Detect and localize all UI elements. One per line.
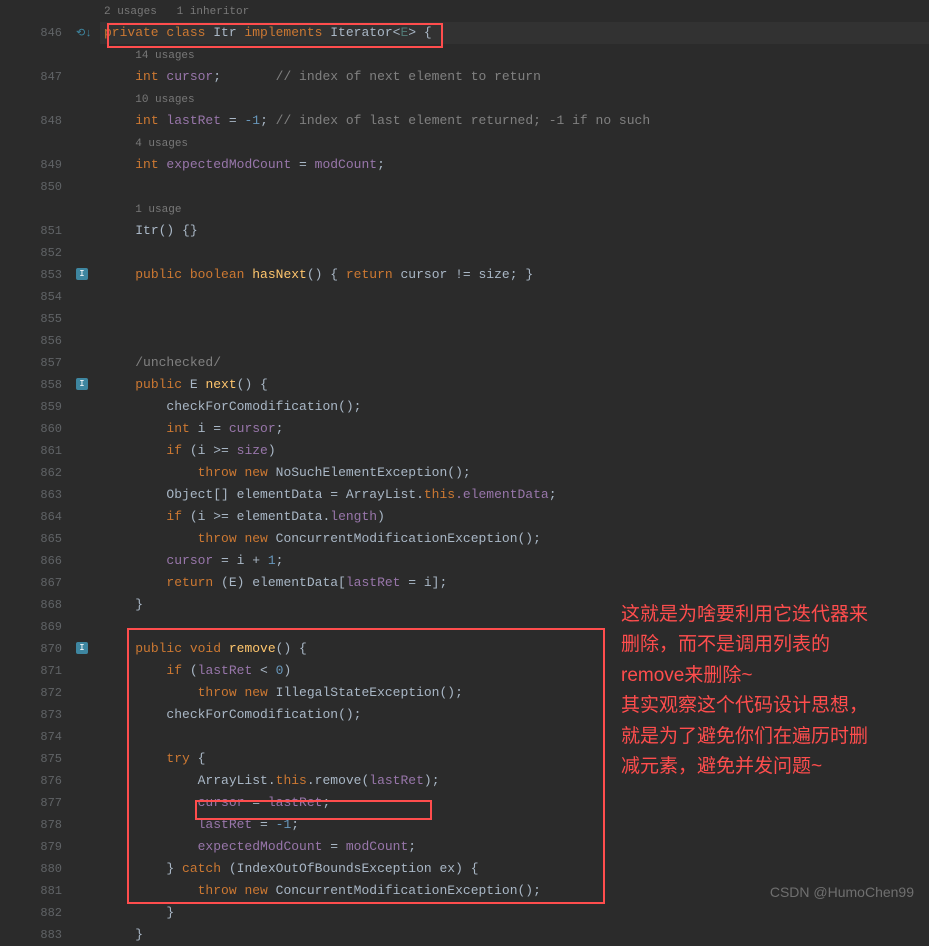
line-number: 877: [0, 792, 62, 814]
line-number: 880: [0, 858, 62, 880]
line-number: 879: [0, 836, 62, 858]
line-number: 852: [0, 242, 62, 264]
line-number: 873: [0, 704, 62, 726]
code-line[interactable]: checkForComodification();: [100, 396, 929, 418]
code-line[interactable]: lastRet = -1;: [100, 814, 929, 836]
code-line[interactable]: cursor = lastRet;: [100, 792, 929, 814]
bookmark-icon[interactable]: ⟲↓: [76, 26, 90, 40]
line-number: 854: [0, 286, 62, 308]
override-icon[interactable]: I: [76, 642, 90, 656]
code-line[interactable]: [100, 242, 929, 264]
code-line[interactable]: if (lastRet < 0): [100, 660, 929, 682]
line-number: 861: [0, 440, 62, 462]
code-line[interactable]: cursor = i + 1;: [100, 550, 929, 572]
gutter-blank: [0, 132, 62, 154]
code-line[interactable]: int lastRet = -1; // index of last eleme…: [100, 110, 929, 132]
code-line[interactable]: private class Itr implements Iterator<E>…: [100, 22, 929, 44]
code-line[interactable]: int i = cursor;: [100, 418, 929, 440]
line-number: 878: [0, 814, 62, 836]
code-line[interactable]: [100, 726, 929, 748]
line-number: 857: [0, 352, 62, 374]
line-number: 876: [0, 770, 62, 792]
line-number: 853: [0, 264, 62, 286]
line-number: 859: [0, 396, 62, 418]
gutter-icons: ⟲↓ I I I: [70, 0, 100, 910]
code-line[interactable]: [100, 286, 929, 308]
code-line[interactable]: [100, 330, 929, 352]
code-line[interactable]: checkForComodification();: [100, 704, 929, 726]
code-line[interactable]: }: [100, 902, 929, 924]
code-line[interactable]: throw new ConcurrentModificationExceptio…: [100, 528, 929, 550]
code-line[interactable]: if (i >= elementData.length): [100, 506, 929, 528]
code-line[interactable]: ArrayList.this.remove(lastRet);: [100, 770, 929, 792]
code-line[interactable]: [100, 176, 929, 198]
code-line[interactable]: Object[] elementData = ArrayList.this.el…: [100, 484, 929, 506]
line-number: 862: [0, 462, 62, 484]
code-editor[interactable]: 846 847 848 849 850 851 852 853 854 855 …: [0, 0, 929, 910]
line-number: 869: [0, 616, 62, 638]
code-line[interactable]: expectedModCount = modCount;: [100, 836, 929, 858]
line-number: 863: [0, 484, 62, 506]
code-line[interactable]: } catch (IndexOutOfBoundsException ex) {: [100, 858, 929, 880]
usage-hint[interactable]: 14 usages: [135, 50, 194, 62]
line-number: 865: [0, 528, 62, 550]
line-number: 847: [0, 66, 62, 88]
line-number: 856: [0, 330, 62, 352]
gutter-blank: [0, 198, 62, 220]
gutter-blank: [0, 44, 62, 66]
line-number: 875: [0, 748, 62, 770]
line-number: 848: [0, 110, 62, 132]
usage-hint[interactable]: 1 usage: [135, 204, 181, 216]
gutter-blank: [0, 88, 62, 110]
line-number: 882: [0, 902, 62, 924]
line-number: 858: [0, 374, 62, 396]
code-line[interactable]: public void remove() {: [100, 638, 929, 660]
code-line[interactable]: [100, 616, 929, 638]
line-number: 874: [0, 726, 62, 748]
line-number: 851: [0, 220, 62, 242]
line-number: 860: [0, 418, 62, 440]
line-number: 866: [0, 550, 62, 572]
code-line[interactable]: try {: [100, 748, 929, 770]
line-number: 849: [0, 154, 62, 176]
code-content[interactable]: 2 usages 1 inheritor private class Itr i…: [100, 0, 929, 910]
code-line[interactable]: throw new IllegalStateException();: [100, 682, 929, 704]
usage-hint[interactable]: 10 usages: [135, 94, 194, 106]
code-line[interactable]: int cursor; // index of next element to …: [100, 66, 929, 88]
code-line[interactable]: return (E) elementData[lastRet = i];: [100, 572, 929, 594]
line-number: 867: [0, 572, 62, 594]
code-line[interactable]: }: [100, 924, 929, 946]
line-number: 868: [0, 594, 62, 616]
line-number: 850: [0, 176, 62, 198]
line-number: 846: [0, 22, 62, 44]
override-icon[interactable]: I: [76, 378, 90, 392]
code-line[interactable]: int expectedModCount = modCount;: [100, 154, 929, 176]
line-number-gutter: 846 847 848 849 850 851 852 853 854 855 …: [0, 0, 70, 910]
override-icon[interactable]: I: [76, 268, 90, 282]
line-number: 881: [0, 880, 62, 902]
usage-hint[interactable]: 4 usages: [135, 138, 188, 150]
code-line[interactable]: }: [100, 594, 929, 616]
usage-hint[interactable]: 2 usages 1 inheritor: [104, 6, 249, 18]
code-line[interactable]: [100, 308, 929, 330]
line-number: 855: [0, 308, 62, 330]
code-line[interactable]: /unchecked/: [100, 352, 929, 374]
code-line[interactable]: Itr() {}: [100, 220, 929, 242]
code-line[interactable]: public boolean hasNext() { return cursor…: [100, 264, 929, 286]
code-line[interactable]: throw new NoSuchElementException();: [100, 462, 929, 484]
line-number: 864: [0, 506, 62, 528]
line-number: 872: [0, 682, 62, 704]
gutter-blank: [0, 0, 62, 22]
line-number: 871: [0, 660, 62, 682]
code-line[interactable]: public E next() {: [100, 374, 929, 396]
line-number: 883: [0, 924, 62, 946]
watermark: CSDN @HumoChen99: [770, 884, 914, 900]
line-number: 870: [0, 638, 62, 660]
code-line[interactable]: if (i >= size): [100, 440, 929, 462]
